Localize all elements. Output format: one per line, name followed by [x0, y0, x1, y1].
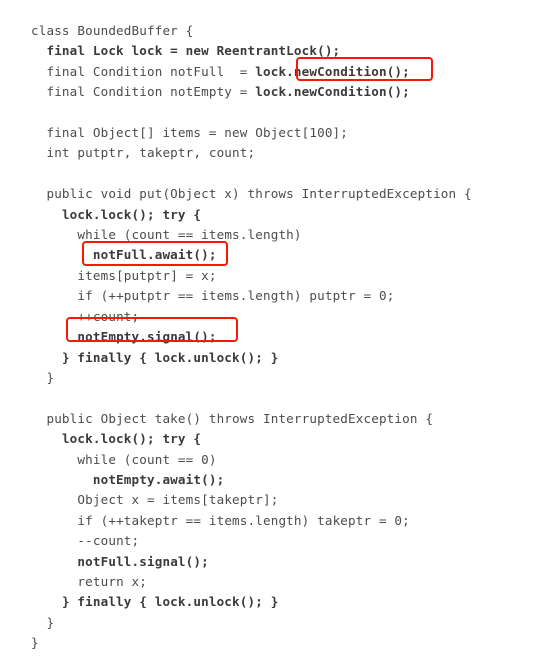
code-token-bold: } finally { lock.unlock(); } — [61, 594, 279, 610]
code-slide: class BoundedBuffer { final Lock lock = … — [0, 0, 553, 660]
code-token-bold: notEmpty.await(); — [92, 471, 225, 487]
code-token-bold: lock.newCondition(); — [255, 63, 410, 79]
code-token-bold: notFull.await(); — [92, 247, 217, 263]
code-token-bold: lock.lock(); try { — [61, 431, 202, 447]
code-token-bold: lock.lock(); try { — [61, 206, 202, 222]
code-token-bold: } finally { lock.unlock(); } — [61, 349, 279, 365]
code-token-bold: final Lock lock = new ReentrantLock(); — [46, 43, 341, 59]
code-token-bold: notEmpty.signal(); — [77, 329, 217, 345]
code-token-bold: lock.newCondition(); — [255, 84, 410, 100]
java-code-listing: class BoundedBuffer { final Lock lock = … — [31, 23, 472, 651]
code-token-bold: notFull.signal(); — [77, 553, 209, 569]
